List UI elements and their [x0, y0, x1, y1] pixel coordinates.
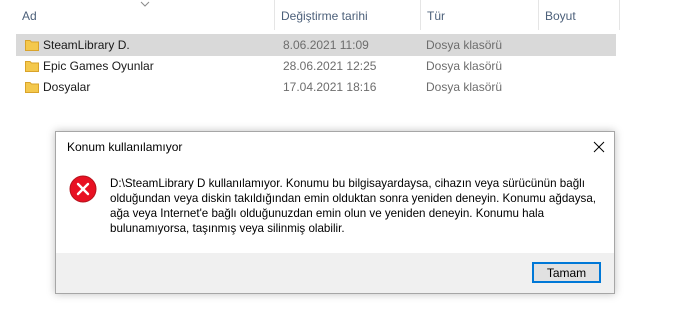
column-header-type[interactable]: Tür [420, 0, 538, 30]
error-icon [69, 175, 97, 203]
file-date: 17.04.2021 18:16 [283, 80, 377, 94]
file-date: 8.06.2021 11:09 [283, 38, 369, 52]
file-row[interactable]: Epic Games Oyunlar 28.06.2021 12:25 Dosy… [16, 55, 616, 77]
file-name: SteamLibrary D. [43, 38, 130, 52]
close-button[interactable] [584, 132, 614, 162]
file-name: Epic Games Oyunlar [43, 59, 154, 73]
sort-chevron-icon [140, 1, 150, 7]
dialog-message: D:\SteamLibrary D kullanılamıyor. Konumu… [110, 177, 596, 235]
column-header-size[interactable]: Boyut [538, 0, 620, 30]
folder-icon [25, 61, 39, 72]
file-row[interactable]: Dosyalar 17.04.2021 18:16 Dosya klasörü [16, 76, 616, 98]
close-icon [593, 141, 605, 153]
column-header-date[interactable]: Değiştirme tarihi [274, 0, 420, 30]
folder-icon [25, 82, 39, 93]
file-type: Dosya klasörü [426, 80, 503, 94]
dialog-title: Konum kullanılamıyor [67, 140, 183, 154]
ok-button[interactable]: Tamam [532, 262, 601, 283]
file-name: Dosyalar [43, 80, 91, 94]
file-type: Dosya klasörü [426, 59, 503, 73]
dialog-footer: Tamam [56, 253, 614, 293]
column-header-row: Ad Değiştirme tarihi Tür Boyut [0, 0, 674, 30]
file-row[interactable]: SteamLibrary D. 8.06.2021 11:09 Dosya kl… [16, 34, 616, 56]
file-type: Dosya klasörü [426, 38, 503, 52]
file-date: 28.06.2021 12:25 [283, 59, 377, 73]
folder-icon [25, 40, 39, 51]
error-dialog: Konum kullanılamıyor D:\SteamLibrary D k… [55, 131, 615, 294]
